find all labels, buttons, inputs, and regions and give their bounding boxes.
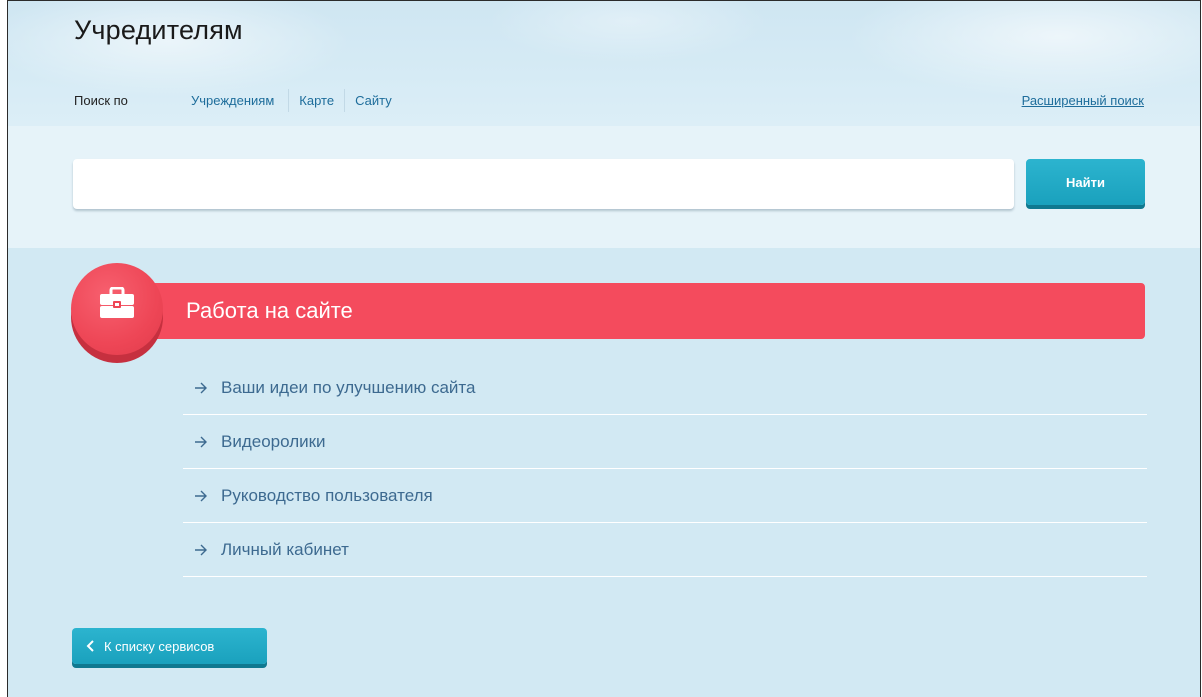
scope-tab-map[interactable]: Карте — [288, 89, 344, 112]
link-label: Ваши идеи по улучшению сайта — [221, 377, 476, 397]
find-button[interactable]: Найти — [1026, 159, 1145, 205]
chevron-left-icon — [86, 640, 94, 652]
link-label: Видеоролики — [221, 431, 326, 451]
link-label: Личный кабинет — [221, 539, 349, 559]
link-personal-account[interactable]: Личный кабинет — [183, 523, 1147, 577]
page-frame: Учредителям Поиск по Учреждениям Карте С… — [7, 0, 1201, 697]
scope-tab-site[interactable]: Сайту — [344, 89, 402, 112]
arrow-right-icon — [195, 436, 207, 447]
link-videos[interactable]: Видеоролики — [183, 415, 1147, 469]
arrow-right-icon — [195, 490, 207, 501]
back-to-services-button[interactable]: К списку сервисов — [72, 628, 267, 664]
arrow-right-icon — [195, 382, 207, 393]
link-user-guide[interactable]: Руководство пользователя — [183, 469, 1147, 523]
arrow-right-icon — [195, 544, 207, 555]
search-input[interactable] — [73, 159, 1014, 209]
section-title: Работа на сайте — [186, 298, 353, 323]
back-button-label: К списку сервисов — [104, 638, 215, 654]
section-icon-badge — [71, 263, 163, 363]
link-label: Руководство пользователя — [221, 485, 433, 505]
section-header: Работа на сайте — [153, 283, 1145, 339]
search-scope-tabs: Учреждениям Карте Сайту — [181, 89, 402, 112]
page-title: Учредителям — [74, 15, 243, 45]
search-band: Найти — [8, 126, 1200, 248]
advanced-search-link[interactable]: Расширенный поиск — [1022, 93, 1144, 108]
header: Учредителям Поиск по Учреждениям Карте С… — [8, 1, 1200, 126]
section-link-list: Ваши идеи по улучшению сайта Видеоролики… — [183, 361, 1147, 577]
link-ideas[interactable]: Ваши идеи по улучшению сайта — [183, 361, 1147, 415]
briefcase-icon — [100, 287, 134, 318]
search-by-label: Поиск по — [74, 93, 128, 108]
scope-tab-institutions[interactable]: Учреждениям — [181, 89, 288, 112]
